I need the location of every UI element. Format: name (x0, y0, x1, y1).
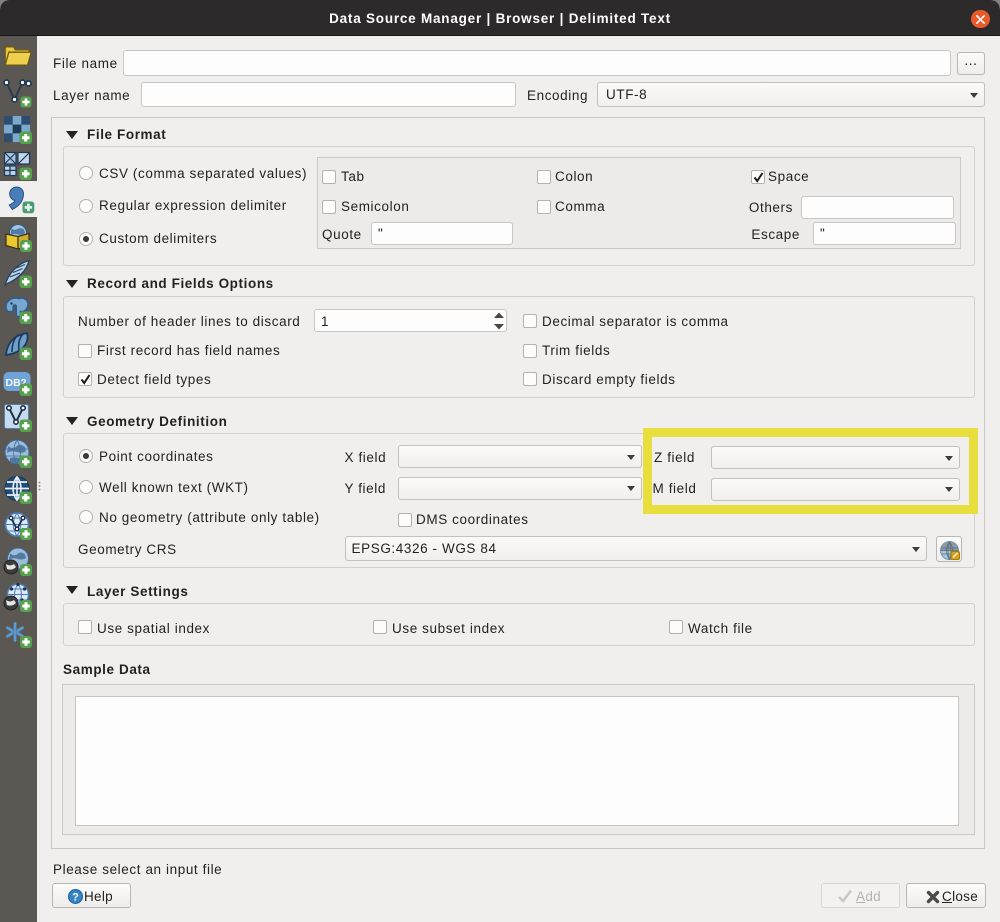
svg-text:?: ? (72, 891, 79, 903)
